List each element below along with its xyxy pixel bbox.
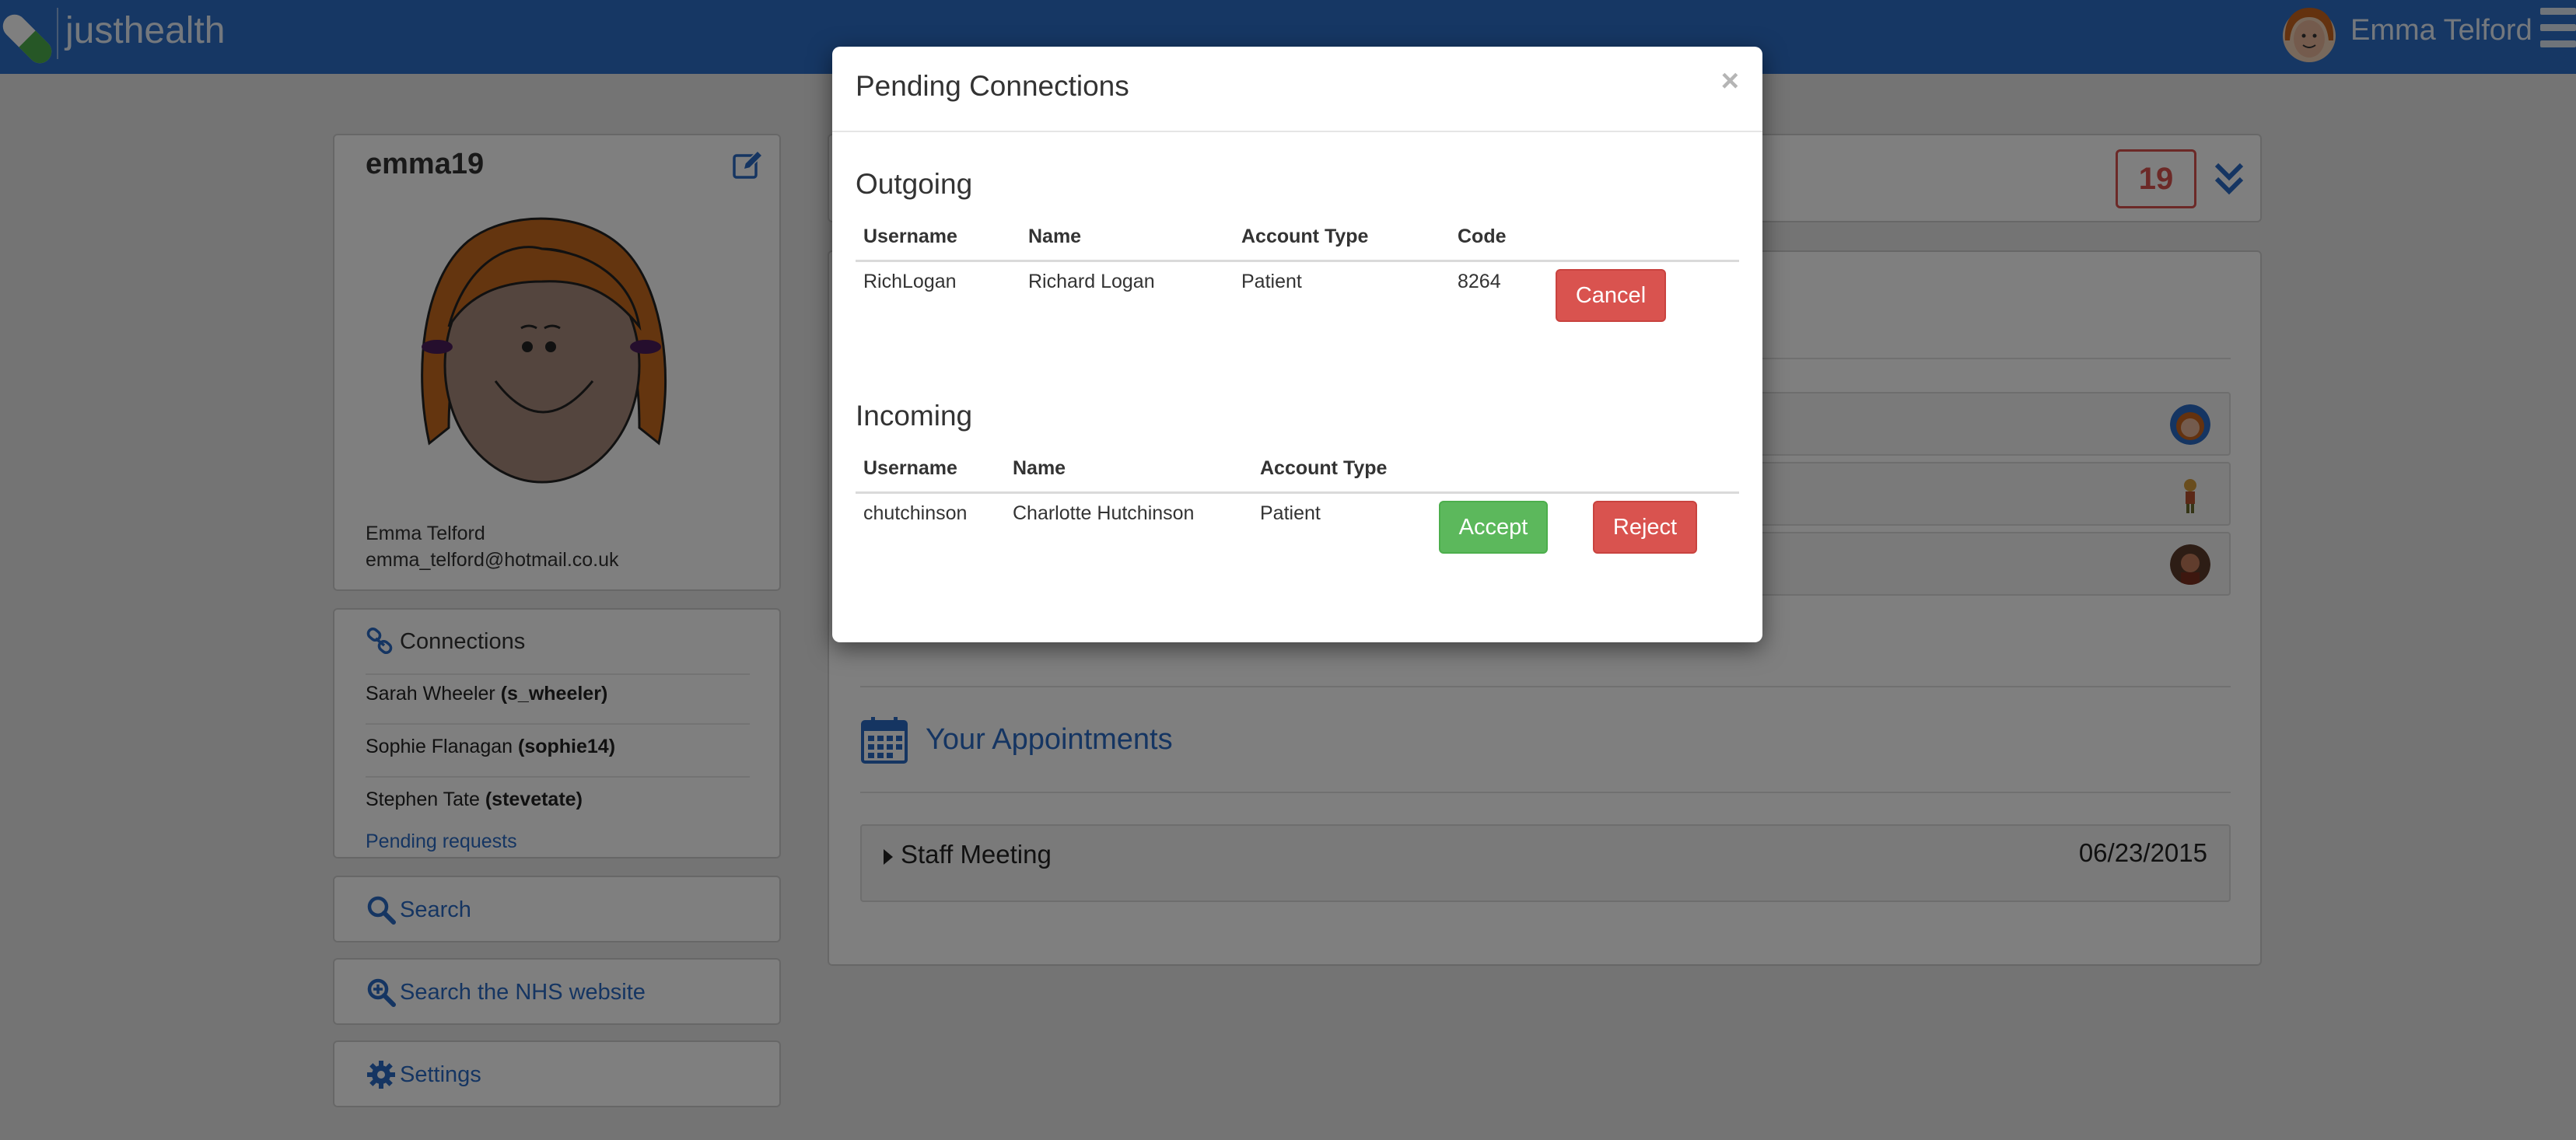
table-rule bbox=[856, 260, 1739, 262]
table-header: Name bbox=[1013, 457, 1066, 479]
outgoing-name: Richard Logan bbox=[1028, 271, 1155, 292]
table-header: Name bbox=[1028, 226, 1082, 247]
table-header: Account Type bbox=[1260, 457, 1388, 479]
reject-button[interactable]: Reject bbox=[1593, 501, 1697, 554]
incoming-account-type: Patient bbox=[1260, 502, 1321, 524]
outgoing-title: Outgoing bbox=[856, 168, 973, 200]
outgoing-code: 8264 bbox=[1458, 271, 1501, 292]
table-header: Username bbox=[863, 226, 957, 247]
cancel-button[interactable]: Cancel bbox=[1556, 269, 1666, 322]
table-header: Username bbox=[863, 457, 957, 479]
modal-title: Pending Connections bbox=[856, 70, 1129, 102]
incoming-name: Charlotte Hutchinson bbox=[1013, 502, 1195, 524]
outgoing-account-type: Patient bbox=[1241, 271, 1302, 292]
incoming-username: chutchinson bbox=[863, 502, 968, 524]
accept-button[interactable]: Accept bbox=[1439, 501, 1548, 554]
outgoing-username: RichLogan bbox=[863, 271, 957, 292]
incoming-title: Incoming bbox=[856, 400, 973, 432]
table-rule bbox=[856, 491, 1739, 494]
pending-connections-modal: Pending Connections × Outgoing Username … bbox=[832, 47, 1762, 642]
close-icon[interactable]: × bbox=[1721, 64, 1739, 99]
table-header: Account Type bbox=[1241, 226, 1369, 247]
modal-header: Pending Connections × bbox=[832, 47, 1762, 132]
table-header: Code bbox=[1458, 226, 1507, 247]
